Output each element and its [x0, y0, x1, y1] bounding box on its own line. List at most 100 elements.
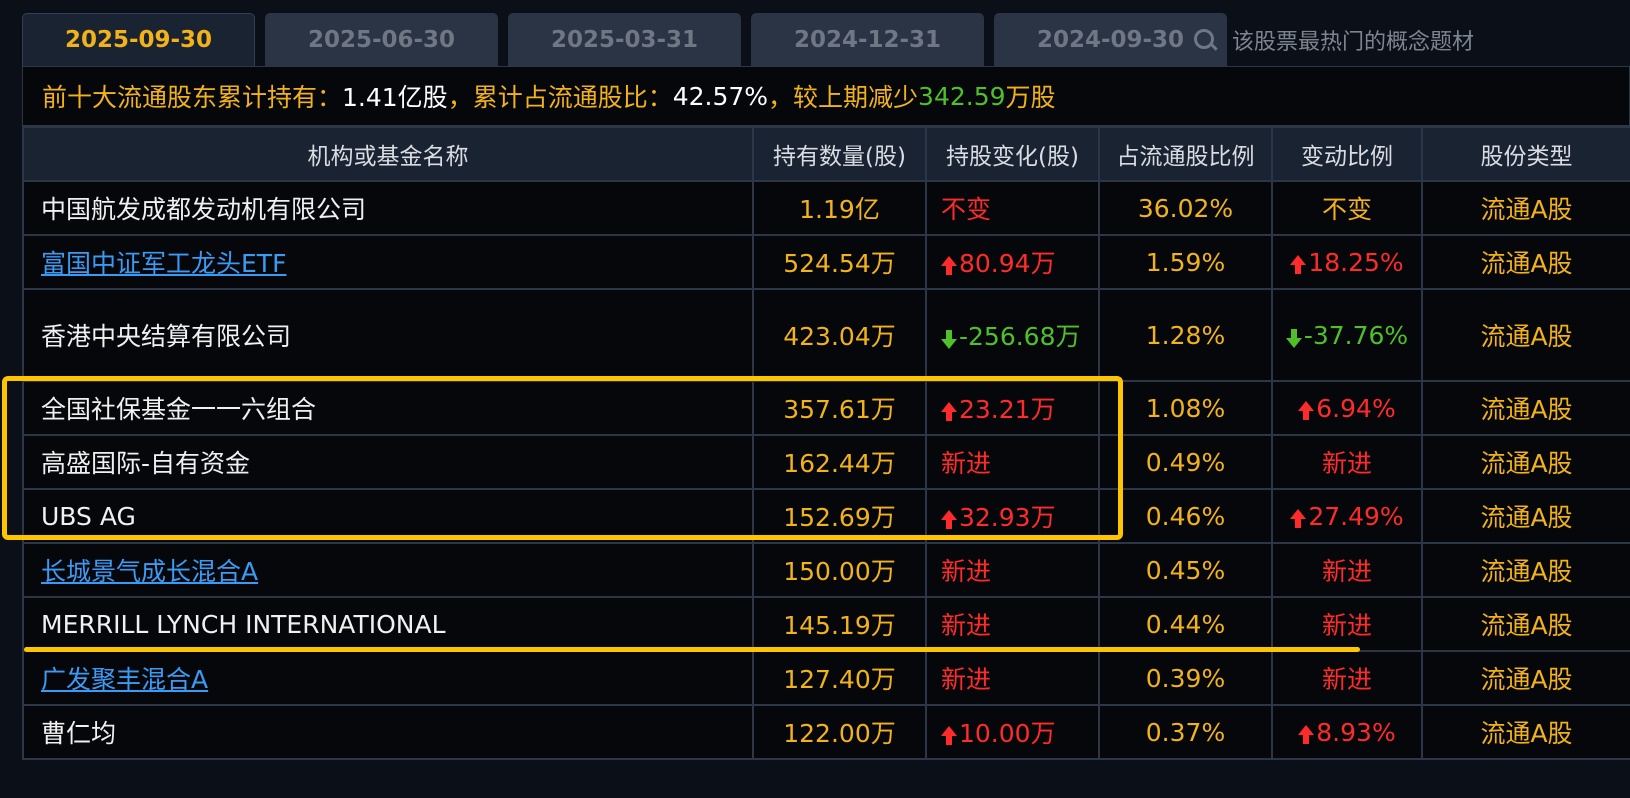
tab-2025-06-30[interactable]: 2025-06-30 — [265, 13, 498, 66]
holding-qty: 524.54万 — [752, 234, 927, 290]
concept-search[interactable]: 该股票最热门的概念题材 — [1192, 21, 1630, 59]
holding-qty: 145.19万 — [752, 596, 927, 652]
pct-cell: 不变 — [1271, 180, 1423, 236]
header-change: 持股变化(股) — [925, 126, 1100, 182]
change-cell-text: 80.94万 — [959, 249, 1056, 278]
search-icon — [1192, 27, 1218, 53]
tab-2025-03-31[interactable]: 2025-03-31 — [508, 13, 741, 66]
share-type: 流通A股 — [1421, 542, 1630, 598]
change-cell-text: 新进 — [941, 557, 992, 586]
summary-change: 342.59 — [918, 81, 1006, 111]
arrow-down-icon — [941, 330, 957, 349]
change-cell-text: 不变 — [941, 195, 992, 224]
table-row: 中国航发成都发动机有限公司 1.19亿 不变 36.02% 不变 流通A股 — [22, 180, 1630, 236]
fund-link[interactable]: 长城景气成长混合A — [22, 542, 754, 598]
pct-cell-text: 新进 — [1321, 665, 1372, 694]
share-type: 流通A股 — [1421, 488, 1630, 544]
summary-sep1: ，累计占流通股比： — [447, 83, 673, 112]
change-cell: 32.93万 — [925, 488, 1100, 544]
header-type: 股份类型 — [1421, 126, 1630, 182]
shareholders-table: 机构或基金名称 持有数量(股) 持股变化(股) 占流通股比例 变动比例 股份类型… — [22, 126, 1630, 760]
change-cell: 23.21万 — [925, 380, 1100, 436]
holder-name-text[interactable]: 广发聚丰混合A — [41, 665, 208, 694]
shareholders-panel: 2025-09-30 2025-06-30 2025-03-31 2024-12… — [2, 13, 1630, 798]
share-type: 流通A股 — [1421, 596, 1630, 652]
fund-link[interactable]: 富国中证军工龙头ETF — [22, 234, 754, 290]
float-ratio: 0.39% — [1098, 650, 1273, 706]
share-type: 流通A股 — [1421, 650, 1630, 706]
pct-cell: 6.94% — [1271, 380, 1423, 436]
holder-name-text: UBS AG — [41, 501, 136, 531]
header-qty: 持有数量(股) — [752, 126, 927, 182]
float-ratio: 1.59% — [1098, 234, 1273, 290]
holder-name-text: 全国社保基金一一六组合 — [41, 395, 317, 424]
holding-qty: 152.69万 — [752, 488, 927, 544]
summary-ratio: 42.57% — [672, 81, 769, 111]
pct-cell-text: 新进 — [1321, 557, 1372, 586]
header-pct: 变动比例 — [1271, 126, 1423, 182]
holding-qty: 1.19亿 — [752, 180, 927, 236]
table-row: 长城景气成长混合A 150.00万 新进 0.45% 新进 流通A股 — [22, 542, 1630, 598]
float-ratio: 1.08% — [1098, 380, 1273, 436]
holding-qty: 162.44万 — [752, 434, 927, 490]
search-placeholder: 该股票最热门的概念题材 — [1232, 30, 1475, 55]
change-cell: -256.68万 — [925, 288, 1100, 382]
holder-name-text: 高盛国际-自有资金 — [41, 449, 251, 478]
holder-name: 高盛国际-自有资金 — [22, 434, 754, 490]
pct-cell: 8.93% — [1271, 704, 1423, 760]
holder-name: 香港中央结算有限公司 — [22, 288, 754, 382]
holder-name-text[interactable]: 长城景气成长混合A — [41, 557, 258, 586]
pct-cell-text: 27.49% — [1308, 501, 1404, 531]
change-cell: 10.00万 — [925, 704, 1100, 760]
arrow-down-icon — [1285, 328, 1302, 348]
table-header-row: 机构或基金名称 持有数量(股) 持股变化(股) 占流通股比例 变动比例 股份类型 — [22, 126, 1630, 182]
change-cell-text: 新进 — [941, 449, 992, 478]
holder-name-text: 中国航发成都发动机有限公司 — [41, 195, 367, 224]
table-row: 曹仁均 122.00万 10.00万 0.37% 8.93% 流通A股 — [22, 704, 1630, 760]
change-cell: 新进 — [925, 542, 1100, 598]
pct-cell: 27.49% — [1271, 488, 1423, 544]
holding-qty: 150.00万 — [752, 542, 927, 598]
share-type: 流通A股 — [1421, 234, 1630, 290]
share-type: 流通A股 — [1421, 704, 1630, 760]
change-cell-text: 新进 — [941, 665, 992, 694]
change-cell: 80.94万 — [925, 234, 1100, 290]
holder-name-text[interactable]: 富国中证军工龙头ETF — [41, 249, 286, 278]
pct-cell: -37.76% — [1271, 288, 1423, 382]
change-cell: 新进 — [925, 596, 1100, 652]
change-cell: 不变 — [925, 180, 1100, 236]
arrow-up-icon — [941, 510, 957, 529]
table-row: MERRILL LYNCH INTERNATIONAL 145.19万 新进 0.44… — [22, 596, 1630, 652]
period-tabs: 2025-09-30 2025-06-30 2025-03-31 2024-12… — [22, 13, 1630, 66]
fund-link[interactable]: 广发聚丰混合A — [22, 650, 754, 706]
holder-name: UBS AG — [22, 488, 754, 544]
holder-name: MERRILL LYNCH INTERNATIONAL — [22, 596, 754, 652]
float-ratio: 0.49% — [1098, 434, 1273, 490]
share-type: 流通A股 — [1421, 288, 1630, 382]
tab-2025-09-30[interactable]: 2025-09-30 — [22, 13, 255, 66]
pct-cell-text: 18.25% — [1308, 247, 1404, 277]
pct-cell: 新进 — [1271, 542, 1423, 598]
header-ratio: 占流通股比例 — [1098, 126, 1273, 182]
arrow-up-icon — [1290, 508, 1307, 528]
arrow-up-icon — [1298, 400, 1315, 420]
holder-name-text: MERRILL LYNCH INTERNATIONAL — [41, 609, 446, 639]
float-ratio: 1.28% — [1098, 288, 1273, 382]
change-cell-text: 23.21万 — [959, 395, 1056, 424]
pct-cell-text: 新进 — [1321, 449, 1372, 478]
float-ratio: 0.45% — [1098, 542, 1273, 598]
holder-name: 中国航发成都发动机有限公司 — [22, 180, 754, 236]
summary-prefix: 前十大流通股东累计持有： — [42, 83, 343, 112]
tab-2024-12-31[interactable]: 2024-12-31 — [751, 13, 984, 66]
arrow-up-icon — [1290, 254, 1307, 274]
float-ratio: 0.44% — [1098, 596, 1273, 652]
summary-sep2: ，较上期减少 — [768, 83, 919, 112]
pct-cell-text: 新进 — [1321, 611, 1372, 640]
summary-holding: 1.41亿股 — [342, 83, 448, 112]
summary-unit: 万股 — [1005, 83, 1056, 112]
pct-cell-text: 6.94% — [1316, 393, 1396, 423]
table-row: 全国社保基金一一六组合 357.61万 23.21万 1.08% 6.94% 流通A股 — [22, 380, 1630, 436]
change-cell: 新进 — [925, 650, 1100, 706]
change-cell-text: 10.00万 — [959, 719, 1056, 748]
table-row: UBS AG 152.69万 32.93万 0.46% 27.49% 流通A股 — [22, 488, 1630, 544]
